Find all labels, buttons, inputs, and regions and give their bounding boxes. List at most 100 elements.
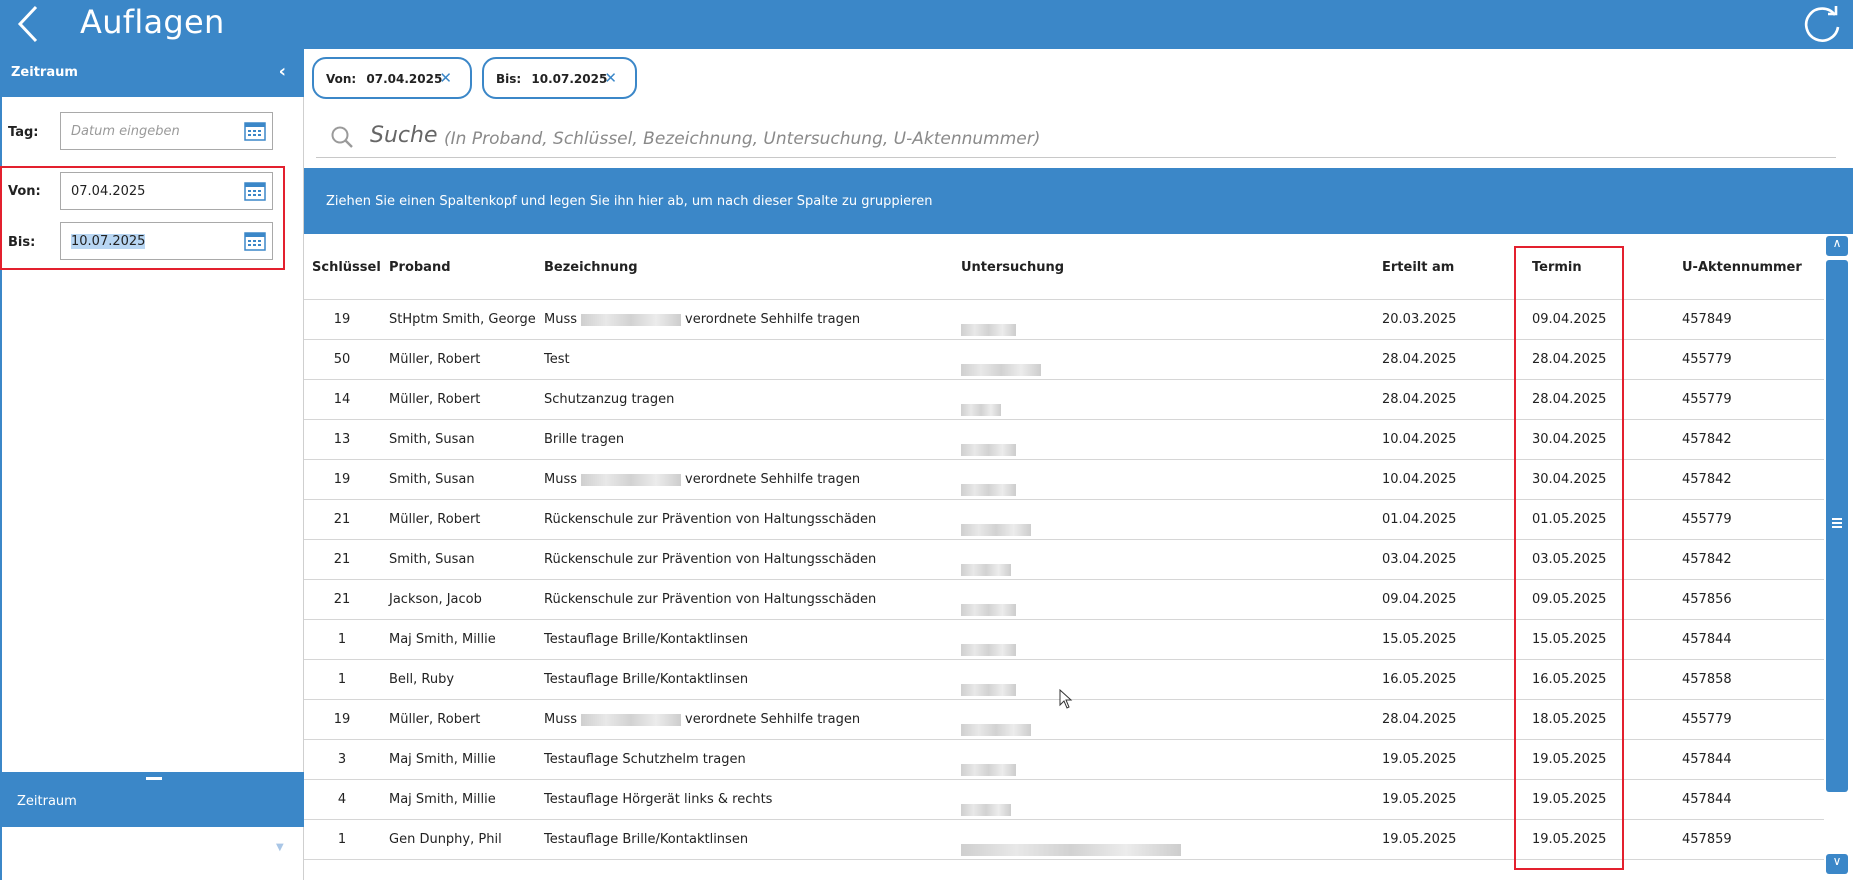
bis-date-input[interactable]: 10.07.2025 — [60, 222, 273, 260]
table-row[interactable]: 4 Maj Smith, Millie Testauflage Hörgerät l… — [304, 780, 1824, 820]
cell-bezeichnung-text: Schutzanzug tragen — [544, 392, 675, 407]
column-header-termin[interactable]: Termin — [1532, 260, 1582, 275]
cell-bezeichnung: Testauflage Brille/Kontaktlinsen — [544, 632, 748, 647]
cell-termin: 09.04.2025 — [1532, 312, 1607, 327]
calendar-icon[interactable] — [244, 121, 266, 141]
table-row[interactable]: 19 Smith, Susan Muss verordnete Sehhilfe tr… — [304, 460, 1824, 500]
search-label: Suche — [370, 123, 438, 148]
cell-bezeichnung: Rückenschule zur Prävention von Haltungs… — [544, 592, 876, 607]
cell-u-aktennummer: 455779 — [1682, 712, 1732, 727]
cell-bezeichnung-text: Rückenschule zur Prävention von Haltungs… — [544, 592, 877, 607]
refresh-icon[interactable] — [1801, 3, 1843, 45]
von-value: 07.04.2025 — [71, 184, 146, 199]
cell-u-aktennummer: 457858 — [1682, 672, 1732, 687]
chevron-down-icon[interactable]: ∨ — [1826, 854, 1848, 874]
filter-chip-bis[interactable]: Bis: 10.07.2025 ✕ — [482, 57, 637, 99]
redacted-text — [961, 644, 1016, 656]
search-input[interactable]: Suche (In Proband, Schlüssel, Bezeichnun… — [316, 113, 1836, 158]
vertical-scrollbar[interactable] — [1826, 260, 1848, 792]
page-title: Auflagen — [80, 3, 225, 41]
redacted-text — [581, 473, 682, 486]
zeitraum-bottom-bar[interactable]: Zeitraum — [2, 772, 304, 827]
cell-schluessel: 1 — [337, 832, 347, 847]
cell-proband: Smith, Susan — [389, 432, 475, 447]
cell-proband: Müller, Robert — [389, 352, 481, 367]
auflagen-table: Schlüssel Proband Bezeichnung Untersuchu… — [304, 234, 1824, 880]
panel-title: Zeitraum — [11, 65, 78, 80]
redacted-text — [961, 844, 1181, 856]
cell-bezeichnung: Rückenschule zur Prävention von Haltungs… — [544, 512, 876, 527]
cell-bezeichnung: Schutzanzug tragen — [544, 392, 674, 407]
chip-label: Bis: — [496, 72, 526, 86]
cell-bezeichnung: Testauflage Brille/Kontaktlinsen — [544, 672, 748, 687]
cell-schluessel: 19 — [333, 712, 351, 727]
redacted-text — [581, 313, 682, 326]
column-header-proband[interactable]: Proband — [389, 260, 451, 275]
cell-termin: 19.05.2025 — [1532, 832, 1607, 847]
bottom-bar-title: Zeitraum — [17, 794, 77, 809]
von-date-input[interactable]: 07.04.2025 — [60, 172, 273, 210]
cell-bezeichnung-text: Muss — [544, 312, 578, 327]
redacted-text — [961, 604, 1016, 616]
cell-proband: Müller, Robert — [389, 512, 481, 527]
cell-termin: 16.05.2025 — [1532, 672, 1607, 687]
cell-u-aktennummer: 455779 — [1682, 352, 1732, 367]
table-row[interactable]: 21 Müller, Robert Rückenschule zur Prävent… — [304, 500, 1824, 540]
chevron-double-down-icon[interactable]: ▼ — [276, 842, 284, 853]
chevron-left-icon[interactable] — [12, 4, 46, 44]
column-header-bezeichnung[interactable]: Bezeichnung — [544, 260, 638, 275]
group-banner-text: Ziehen Sie einen Spaltenkopf und legen S… — [326, 194, 933, 209]
cell-schluessel: 21 — [333, 552, 351, 567]
cell-erteilt-am: 10.04.2025 — [1382, 472, 1457, 487]
table-row[interactable]: 21 Jackson, Jacob Rückenschule zur Prävent… — [304, 580, 1824, 620]
tag-label: Tag: — [8, 125, 39, 140]
cell-erteilt-am: 03.04.2025 — [1382, 552, 1457, 567]
cell-proband: StHptm Smith, George — [389, 312, 536, 327]
cell-u-aktennummer: 457844 — [1682, 752, 1732, 767]
redacted-text — [961, 444, 1016, 456]
search-hint: (In Proband, Schlüssel, Bezeichnung, Unt… — [444, 129, 1041, 149]
chevron-left-icon[interactable]: ‹ — [279, 61, 286, 82]
table-row[interactable]: 19 StHptm Smith, George Muss verordnete Seh… — [304, 300, 1824, 340]
cell-termin: 28.04.2025 — [1532, 352, 1607, 367]
tag-date-input[interactable]: Datum eingeben — [60, 112, 273, 150]
cell-u-aktennummer: 457844 — [1682, 632, 1732, 647]
column-header-erteilt-am[interactable]: Erteilt am — [1382, 260, 1454, 275]
drag-handle-icon[interactable] — [146, 777, 162, 780]
cell-bezeichnung: Muss verordnete Sehhilfe tragen — [544, 712, 860, 727]
close-icon[interactable]: ✕ — [604, 69, 617, 87]
cell-bezeichnung-text: Muss — [544, 712, 578, 727]
cell-proband: Müller, Robert — [389, 392, 481, 407]
cell-bezeichnung: Testauflage Hörgerät links & rechts — [544, 792, 772, 807]
cell-bezeichnung-text: Testauflage Schutzhelm tragen — [544, 752, 746, 767]
calendar-icon[interactable] — [244, 181, 266, 201]
cell-termin: 30.04.2025 — [1532, 432, 1607, 447]
cell-erteilt-am: 19.05.2025 — [1382, 832, 1457, 847]
cell-bezeichnung: Testauflage Brille/Kontaktlinsen — [544, 832, 748, 847]
filter-chip-von[interactable]: Von: 07.04.2025 ✕ — [312, 57, 472, 99]
group-by-drop-area[interactable]: Ziehen Sie einen Spaltenkopf und legen S… — [304, 168, 1853, 234]
cell-bezeichnung-text: Rückenschule zur Prävention von Haltungs… — [544, 512, 877, 527]
redacted-text — [961, 564, 1011, 576]
column-header-untersuchung[interactable]: Untersuchung — [961, 260, 1064, 275]
table-row[interactable]: 50 Müller, Robert Test 28.04.2025 28.04.2025… — [304, 340, 1824, 380]
cell-erteilt-am: 16.05.2025 — [1382, 672, 1457, 687]
cell-proband: Gen Dunphy, Phil — [389, 832, 502, 847]
table-row[interactable]: 1 Gen Dunphy, Phil Testauflage Brille/Kont… — [304, 820, 1824, 860]
column-header-u-aktennummer[interactable]: U-Aktennummer — [1682, 260, 1802, 275]
table-row[interactable]: 21 Smith, Susan Rückenschule zur Präventio… — [304, 540, 1824, 580]
table-row[interactable]: 3 Maj Smith, Millie Testauflage Schutzhelm… — [304, 740, 1824, 780]
close-icon[interactable]: ✕ — [439, 69, 452, 87]
cell-u-aktennummer: 457842 — [1682, 432, 1732, 447]
cell-schluessel: 13 — [333, 432, 351, 447]
chevron-up-icon[interactable]: ∧ — [1826, 236, 1848, 256]
table-row[interactable]: 1 Maj Smith, Millie Testauflage Brille/Kon… — [304, 620, 1824, 660]
table-row[interactable]: 14 Müller, Robert Schutzanzug tragen 28.04.… — [304, 380, 1824, 420]
redacted-text — [961, 764, 1016, 776]
cell-proband: Maj Smith, Millie — [389, 752, 496, 767]
cell-termin: 19.05.2025 — [1532, 752, 1607, 767]
column-header-schluessel[interactable]: Schlüssel — [312, 260, 381, 275]
calendar-icon[interactable] — [244, 231, 266, 251]
cell-bezeichnung-text: Rückenschule zur Prävention von Haltungs… — [544, 552, 877, 567]
table-row[interactable]: 13 Smith, Susan Brille tragen 10.04.2025 30.… — [304, 420, 1824, 460]
